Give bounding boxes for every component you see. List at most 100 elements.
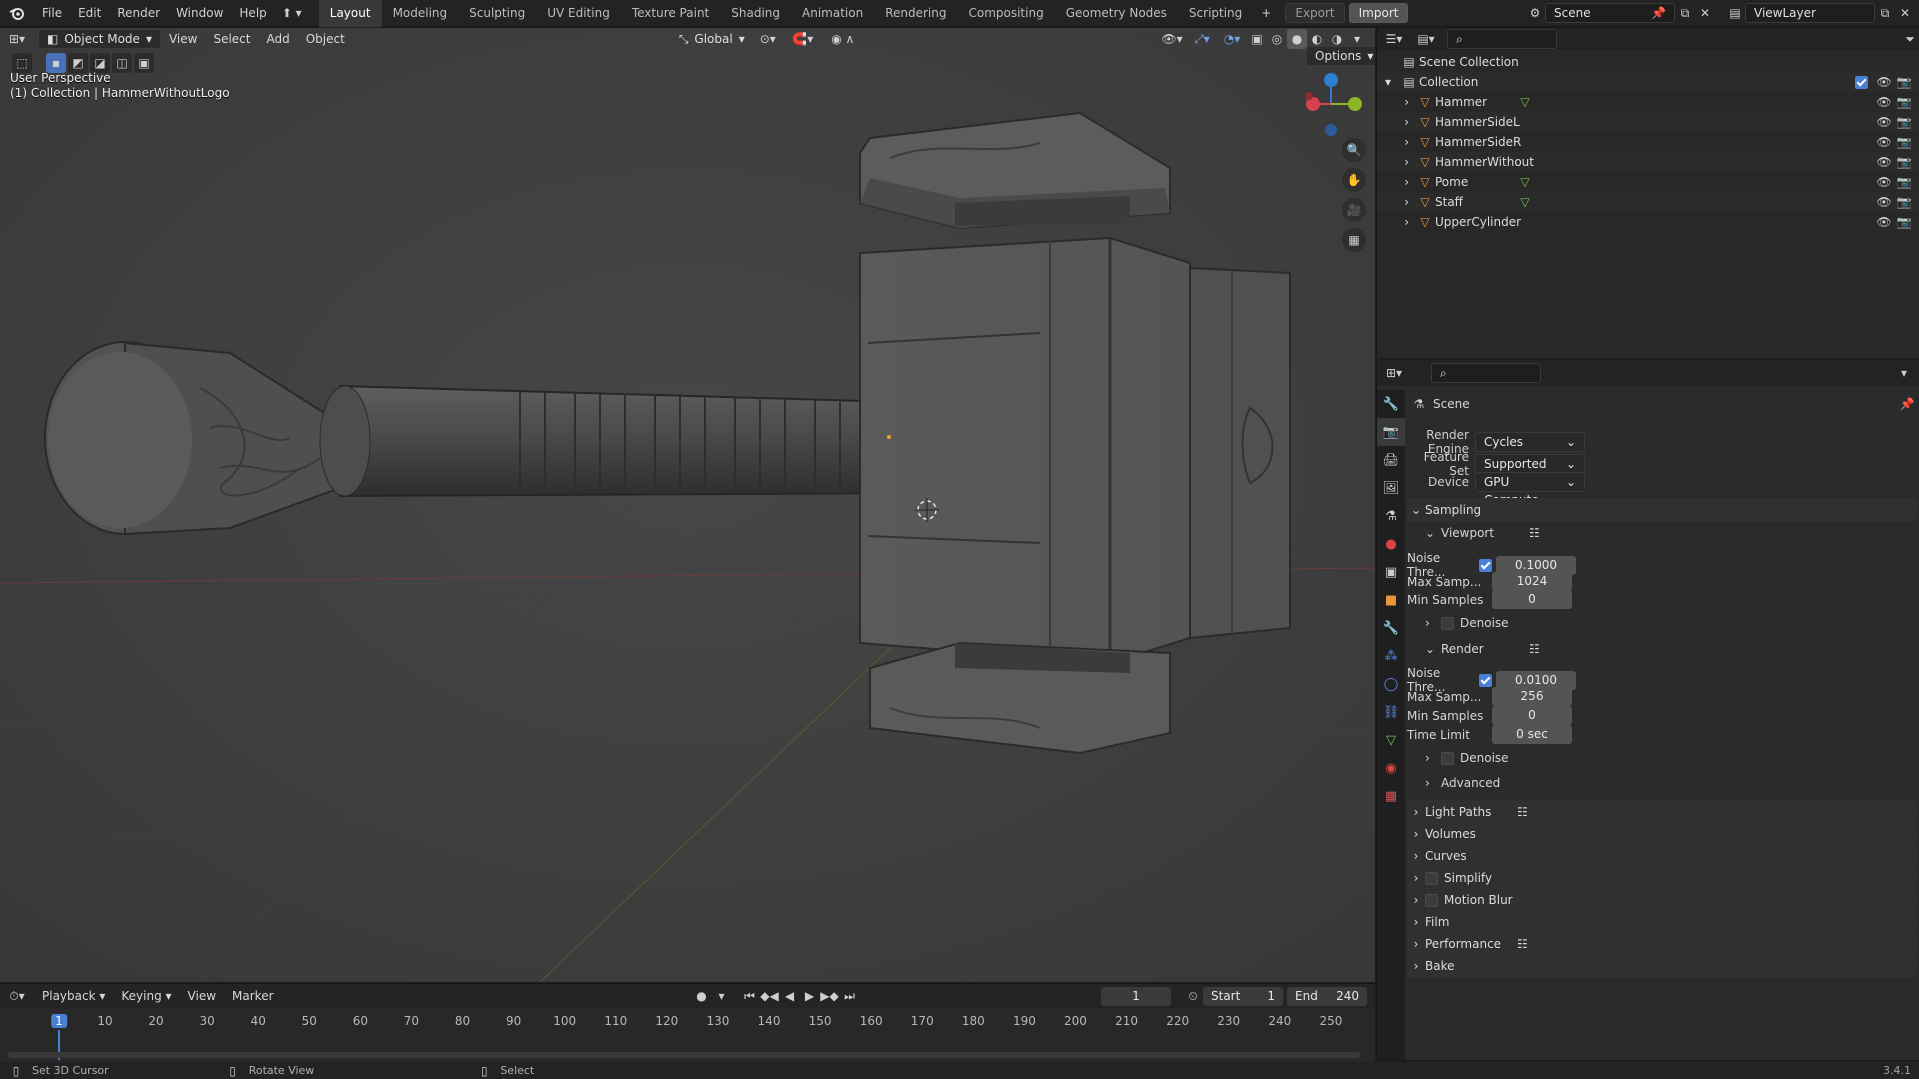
collection-tab-icon[interactable]: ▣	[1377, 558, 1405, 586]
eye-icon[interactable]: 👁	[1874, 172, 1894, 192]
scene-selector[interactable]: Scene 📌	[1545, 3, 1675, 23]
eye-icon[interactable]: 👁	[1874, 192, 1894, 212]
camera-icon[interactable]: 📷	[1894, 172, 1914, 192]
object-tab-icon[interactable]: ■	[1377, 586, 1405, 614]
menu-view[interactable]: View	[180, 989, 224, 1003]
select-tool-icon[interactable]: ⬚	[12, 53, 32, 73]
tab-texture-paint[interactable]: Texture Paint	[621, 0, 720, 27]
new-view-layer-icon[interactable]: ⧉	[1875, 3, 1895, 23]
panel-motion-blur[interactable]: › Motion Blur	[1407, 888, 1917, 912]
gizmo-icon[interactable]: ⤢▾	[1187, 29, 1217, 49]
render-subpanel-header[interactable]: ⌄ Render ☷	[1425, 642, 1915, 656]
eye-icon[interactable]: 👁	[1874, 92, 1894, 112]
camera-icon[interactable]: 📷	[1894, 112, 1914, 132]
advanced-subpanel-header[interactable]: › Advanced	[1425, 776, 1500, 790]
mesh-data-icon[interactable]: ▽	[1515, 92, 1535, 112]
eye-icon[interactable]: 👁	[1874, 152, 1894, 172]
panel-enable-checkbox[interactable]	[1425, 871, 1438, 885]
menu-render[interactable]: Render	[109, 0, 168, 27]
tab-scripting[interactable]: Scripting	[1178, 0, 1253, 27]
chevron-down-icon[interactable]: ▾	[1894, 363, 1914, 383]
chevron-right-icon[interactable]: ›	[1377, 215, 1415, 229]
view-layer-tab-icon[interactable]: 🖼	[1377, 474, 1405, 502]
tab-sculpting[interactable]: Sculpting	[458, 0, 536, 27]
display-mode-icon[interactable]: ▤▾	[1411, 29, 1441, 49]
eye-icon[interactable]: 👁	[1874, 72, 1894, 92]
menu-playback[interactable]: Playback ▾	[34, 989, 113, 1003]
particles-tab-icon[interactable]: ⁂	[1377, 642, 1405, 670]
viewport-subpanel-header[interactable]: ⌄ Viewport ☷	[1425, 526, 1915, 540]
panel-curves[interactable]: › Curves	[1407, 844, 1917, 868]
panel-film[interactable]: › Film	[1407, 910, 1917, 934]
chevron-down-icon[interactable]: ▾	[1377, 75, 1399, 89]
editor-type-icon[interactable]: ⊞▾	[1377, 363, 1411, 383]
camera-icon[interactable]: 📷	[1894, 92, 1914, 112]
play-icon[interactable]: ▶	[800, 986, 820, 1006]
outliner-object-row[interactable]: › ▽ UpperCylinder 👁 📷	[1377, 212, 1919, 232]
render-max-samples-field[interactable]: 256	[1492, 687, 1572, 706]
tab-shading[interactable]: Shading	[720, 0, 791, 27]
outliner-scene-collection[interactable]: ▤ Scene Collection	[1377, 52, 1919, 72]
proportional-edit-icon[interactable]: ◉ ∧	[823, 29, 863, 49]
preview-range-icon[interactable]: ⏲	[1183, 986, 1203, 1006]
world-tab-icon[interactable]: ●	[1377, 530, 1405, 558]
import-button[interactable]: Import	[1348, 3, 1409, 23]
chevron-right-icon[interactable]: ›	[1377, 175, 1415, 189]
camera-icon[interactable]: 📷	[1894, 132, 1914, 152]
select-new-icon[interactable]: ▪	[46, 53, 66, 73]
constraints-tab-icon[interactable]: ⛓	[1377, 698, 1405, 726]
render-denoise-checkbox[interactable]	[1441, 751, 1454, 765]
tab-geometry-nodes[interactable]: Geometry Nodes	[1055, 0, 1178, 27]
panel-light-paths[interactable]: › Light Paths ☷	[1407, 800, 1917, 824]
upload-icon[interactable]: ⬆ ▾	[275, 3, 309, 23]
outliner-object-row[interactable]: › ▽ HammerSideL 👁 📷	[1377, 112, 1919, 132]
select-intersect-icon[interactable]: ▣	[134, 53, 154, 73]
timeline-scrollbar[interactable]	[8, 1052, 1360, 1058]
render-engine-dropdown[interactable]: Cycles ⌄	[1475, 432, 1585, 452]
eye-icon[interactable]: 👁	[1874, 112, 1894, 132]
pan-hand-icon[interactable]: ✋	[1342, 168, 1366, 192]
outliner-object-row[interactable]: › ▽ HammerSideR 👁 📷	[1377, 132, 1919, 152]
transform-orientation-dropdown[interactable]: ⤡ Global ▾	[671, 29, 753, 49]
auto-key-options-icon[interactable]: ▾	[712, 986, 732, 1006]
prev-keyframe-icon[interactable]: ◆◀	[760, 986, 780, 1006]
exclude-checkbox[interactable]	[1855, 75, 1868, 89]
preset-list-icon[interactable]: ☷	[1517, 937, 1528, 951]
end-frame-field[interactable]: End 240	[1287, 986, 1367, 1006]
scene-icon[interactable]: ⚙	[1525, 3, 1545, 23]
play-reverse-icon[interactable]: ◀	[780, 986, 800, 1006]
data-tab-icon[interactable]: ▽	[1377, 726, 1405, 754]
render-time-limit-field[interactable]: 0 sec	[1492, 725, 1572, 744]
texture-tab-icon[interactable]: ▦	[1377, 782, 1405, 810]
camera-icon[interactable]: 📷	[1894, 152, 1914, 172]
jump-start-icon[interactable]: ⏮	[740, 986, 760, 1006]
panel-volumes[interactable]: › Volumes	[1407, 822, 1917, 846]
material-tab-icon[interactable]: ◉	[1377, 754, 1405, 782]
chevron-right-icon[interactable]: ›	[1377, 135, 1415, 149]
camera-icon[interactable]: 🎥	[1342, 198, 1366, 222]
tab-layout[interactable]: Layout	[318, 0, 382, 27]
chevron-right-icon[interactable]: ›	[1377, 115, 1415, 129]
close-icon[interactable]: ✕	[1695, 3, 1715, 23]
render-noise-threshold-checkbox[interactable]	[1479, 673, 1492, 687]
outliner-search-input[interactable]: ⌕	[1447, 29, 1557, 49]
tab-rendering[interactable]: Rendering	[874, 0, 957, 27]
select-extend-icon[interactable]: ◩	[68, 53, 88, 73]
view-layer-icon[interactable]: ▤	[1725, 3, 1745, 23]
outliner-collection[interactable]: ▾ ▤ Collection 👁 📷	[1377, 72, 1919, 92]
render-denoise-row[interactable]: › Denoise	[1425, 751, 1509, 765]
filter-icon[interactable]: ⏷	[1900, 29, 1919, 49]
camera-icon[interactable]: 📷	[1894, 192, 1914, 212]
add-workspace-button[interactable]: +	[1253, 0, 1279, 27]
editor-type-icon[interactable]: ⏱▾	[0, 986, 34, 1006]
device-dropdown[interactable]: GPU Compute ⌄	[1475, 472, 1585, 507]
grid-perspective-icon[interactable]: ▦	[1342, 228, 1366, 252]
panel-simplify[interactable]: › Simplify	[1407, 866, 1917, 890]
tab-compositing[interactable]: Compositing	[957, 0, 1054, 27]
tab-modeling[interactable]: Modeling	[382, 0, 459, 27]
camera-icon[interactable]: 📷	[1894, 212, 1914, 232]
outliner-object-row[interactable]: › ▽ Staff ▽ 👁 📷	[1377, 192, 1919, 212]
render-tab-icon[interactable]: 📷	[1377, 418, 1405, 446]
timeline-ruler[interactable]: 1 10 20 30 40 50 60 70 80 90 100 110 120 130 140 150 160…	[0, 1010, 1375, 1030]
jump-end-icon[interactable]: ⏭	[840, 986, 860, 1006]
